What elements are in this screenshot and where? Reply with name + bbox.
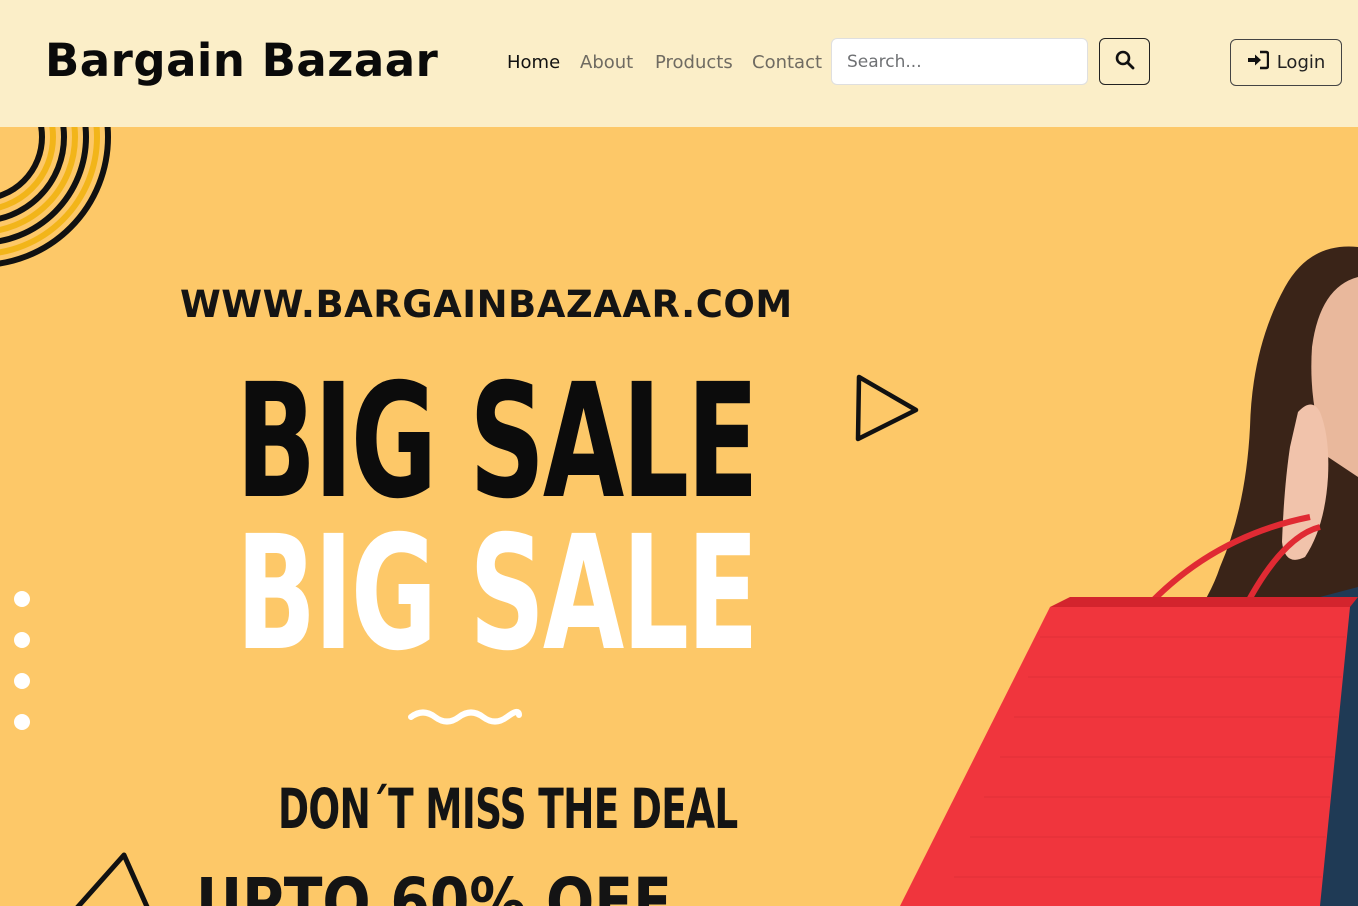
- nav-link-products[interactable]: Products: [655, 52, 733, 74]
- dot-decoration: [14, 714, 30, 730]
- nav-link-contact[interactable]: Contact: [752, 52, 822, 74]
- nav-link-about[interactable]: About: [580, 52, 633, 74]
- login-label: Login: [1276, 52, 1326, 73]
- dot-decoration: [14, 632, 30, 648]
- squiggle-decoration: [408, 709, 522, 725]
- offer-text: UPTO 60% OFF: [196, 864, 672, 906]
- sign-in-icon: [1247, 50, 1269, 75]
- dot-decoration: [14, 673, 30, 689]
- login-button[interactable]: Login: [1230, 39, 1342, 86]
- hero-banner[interactable]: WWW.BARGAINBAZAAR.COM BIG SALE BIG SALE …: [0, 127, 1358, 906]
- search-button[interactable]: [1099, 38, 1150, 85]
- search-icon: [1115, 50, 1135, 73]
- search-input[interactable]: [831, 38, 1088, 85]
- dot-decoration: [14, 591, 30, 607]
- navbar: Bargain Bazaar Home About Products Conta…: [0, 0, 1358, 127]
- woman-with-shopping-bags-image: [900, 246, 1358, 906]
- tagline-text: DON´T MISS THE DEAL: [278, 777, 738, 841]
- brand-logo[interactable]: Bargain Bazaar: [45, 36, 438, 86]
- triangle-outline-decoration: [75, 852, 150, 906]
- hero-url-text: WWW.BARGAINBAZAAR.COM: [180, 283, 793, 326]
- headline-big-sale-dark: BIG SALE: [236, 350, 759, 534]
- concentric-arcs-decoration: [0, 127, 111, 267]
- headline-big-sale-light: BIG SALE: [236, 502, 759, 686]
- nav-link-home[interactable]: Home: [507, 52, 560, 74]
